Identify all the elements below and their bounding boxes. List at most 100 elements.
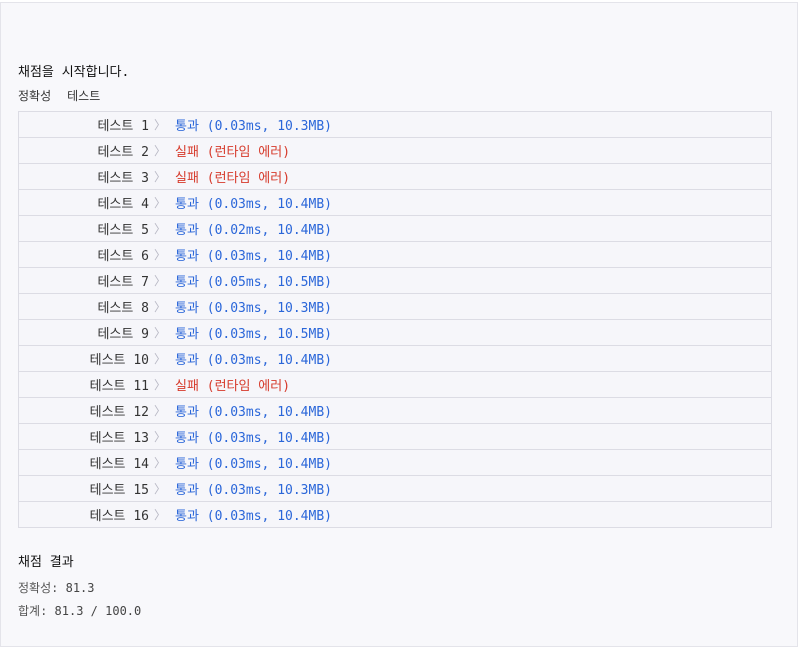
test-results-table: 테스트 1 〉 통과 (0.03ms, 10.3MB) 테스트 2 〉 실패 (런타임 에… (18, 111, 772, 528)
test-label: 테스트 10 (89, 353, 149, 368)
status-text: 통과 (175, 483, 199, 498)
test-result-row: 테스트 15 〉 통과 (0.03ms, 10.3MB) (19, 476, 771, 502)
test-result-row: 테스트 9 〉 통과 (0.03ms, 10.5MB) (19, 320, 771, 346)
result-detail: (0.03ms, 10.4MB) (206, 197, 332, 212)
test-result-row: 테스트 8 〉 통과 (0.03ms, 10.3MB) (19, 294, 771, 320)
section-label-accuracy: 정확성 (18, 89, 52, 103)
status-text: 통과 (175, 301, 199, 316)
pass-status: 통과 (0.05ms, 10.5MB) (175, 271, 332, 290)
result-detail: (0.02ms, 10.4MB) (206, 223, 332, 238)
test-result-row: 테스트 6 〉 통과 (0.03ms, 10.4MB) (19, 242, 771, 268)
grading-output-panel: 채점을 시작합니다. 정확성 테스트 테스트 1 〉 통과 (0.03ms, 10.… (0, 2, 798, 647)
test-label: 테스트 2 (97, 145, 149, 160)
accuracy-value: 81.3 (65, 581, 95, 595)
result-detail: (0.03ms, 10.3MB) (206, 301, 332, 316)
test-label: 테스트 12 (89, 405, 149, 420)
total-value: 81.3 / 100.0 (54, 604, 142, 618)
section-label-test: 테스트 (67, 89, 101, 103)
result-detail: (0.03ms, 10.4MB) (206, 457, 332, 472)
test-result-row: 테스트 16 〉 통과 (0.03ms, 10.4MB) (19, 502, 771, 527)
status-text: 통과 (175, 197, 199, 212)
test-label: 테스트 8 (97, 301, 149, 316)
status-text: 통과 (175, 223, 199, 238)
status-text: 통과 (175, 275, 199, 290)
chevron-right-icon: 〉 (153, 274, 166, 288)
accuracy-summary: 정확성: 81.3 (18, 579, 95, 596)
test-result-row: 테스트 14 〉 통과 (0.03ms, 10.4MB) (19, 450, 771, 476)
fail-status: 실패 (런타임 에러) (175, 141, 290, 160)
test-label: 테스트 4 (97, 197, 149, 212)
chevron-right-icon: 〉 (153, 430, 166, 444)
status-text: 실패 (175, 145, 199, 160)
chevron-right-icon: 〉 (153, 300, 166, 314)
section-heading: 정확성 테스트 (18, 87, 100, 104)
result-detail: (런타임 에러) (206, 145, 291, 160)
chevron-right-icon: 〉 (153, 456, 166, 470)
test-label: 테스트 3 (97, 171, 149, 186)
pass-status: 통과 (0.03ms, 10.4MB) (175, 505, 332, 524)
chevron-right-icon: 〉 (153, 144, 166, 158)
status-text: 통과 (175, 249, 199, 264)
test-result-row: 테스트 5 〉 통과 (0.02ms, 10.4MB) (19, 216, 771, 242)
chevron-right-icon: 〉 (153, 248, 166, 262)
status-text: 실패 (175, 171, 199, 186)
status-text: 실패 (175, 379, 199, 394)
test-result-row: 테스트 2 〉 실패 (런타임 에러) (19, 138, 771, 164)
result-detail: (0.03ms, 10.4MB) (206, 249, 332, 264)
result-detail: (0.03ms, 10.4MB) (206, 509, 332, 524)
status-text: 통과 (175, 457, 199, 472)
pass-status: 통과 (0.03ms, 10.4MB) (175, 453, 332, 472)
chevron-right-icon: 〉 (153, 482, 166, 496)
pass-status: 통과 (0.03ms, 10.3MB) (175, 115, 332, 134)
result-detail: (런타임 에러) (206, 379, 291, 394)
status-text: 통과 (175, 509, 199, 524)
pass-status: 통과 (0.03ms, 10.4MB) (175, 401, 332, 420)
result-detail: (0.03ms, 10.4MB) (206, 431, 332, 446)
result-detail: (0.05ms, 10.5MB) (206, 275, 332, 290)
test-result-row: 테스트 11 〉 실패 (런타임 에러) (19, 372, 771, 398)
chevron-right-icon: 〉 (153, 508, 166, 522)
test-label: 테스트 7 (97, 275, 149, 290)
test-label: 테스트 16 (89, 509, 149, 524)
total-label: 합계: (18, 604, 48, 618)
pass-status: 통과 (0.03ms, 10.4MB) (175, 427, 332, 446)
test-label: 테스트 15 (89, 483, 149, 498)
result-detail: (0.03ms, 10.5MB) (206, 327, 332, 342)
chevron-right-icon: 〉 (153, 378, 166, 392)
pass-status: 통과 (0.03ms, 10.4MB) (175, 193, 332, 212)
result-detail: (런타임 에러) (206, 171, 291, 186)
summary-title: 채점 결과 (18, 555, 74, 570)
test-label: 테스트 14 (89, 457, 149, 472)
test-label: 테스트 13 (89, 431, 149, 446)
test-label: 테스트 5 (97, 223, 149, 238)
test-result-row: 테스트 3 〉 실패 (런타임 에러) (19, 164, 771, 190)
test-result-row: 테스트 1 〉 통과 (0.03ms, 10.3MB) (19, 112, 771, 138)
chevron-right-icon: 〉 (153, 196, 166, 210)
chevron-right-icon: 〉 (153, 326, 166, 340)
pass-status: 통과 (0.03ms, 10.4MB) (175, 349, 332, 368)
status-text: 통과 (175, 353, 199, 368)
result-detail: (0.03ms, 10.3MB) (206, 119, 332, 134)
fail-status: 실패 (런타임 에러) (175, 167, 290, 186)
test-result-row: 테스트 7 〉 통과 (0.05ms, 10.5MB) (19, 268, 771, 294)
chevron-right-icon: 〉 (153, 118, 166, 132)
pass-status: 통과 (0.03ms, 10.3MB) (175, 297, 332, 316)
pass-status: 통과 (0.03ms, 10.4MB) (175, 245, 332, 264)
pass-status: 통과 (0.03ms, 10.3MB) (175, 479, 332, 498)
test-label: 테스트 1 (97, 119, 149, 134)
test-result-row: 테스트 4 〉 통과 (0.03ms, 10.4MB) (19, 190, 771, 216)
chevron-right-icon: 〉 (153, 222, 166, 236)
test-label: 테스트 9 (97, 327, 149, 342)
chevron-right-icon: 〉 (153, 170, 166, 184)
status-text: 통과 (175, 327, 199, 342)
test-label: 테스트 6 (97, 249, 149, 264)
result-detail: (0.03ms, 10.4MB) (206, 405, 332, 420)
pass-status: 통과 (0.02ms, 10.4MB) (175, 219, 332, 238)
test-result-row: 테스트 12 〉 통과 (0.03ms, 10.4MB) (19, 398, 771, 424)
test-result-row: 테스트 13 〉 통과 (0.03ms, 10.4MB) (19, 424, 771, 450)
test-label: 테스트 11 (89, 379, 149, 394)
chevron-right-icon: 〉 (153, 352, 166, 366)
result-detail: (0.03ms, 10.3MB) (206, 483, 332, 498)
total-summary: 합계: 81.3 / 100.0 (18, 602, 141, 619)
grading-start-heading: 채점을 시작합니다. (18, 65, 130, 80)
